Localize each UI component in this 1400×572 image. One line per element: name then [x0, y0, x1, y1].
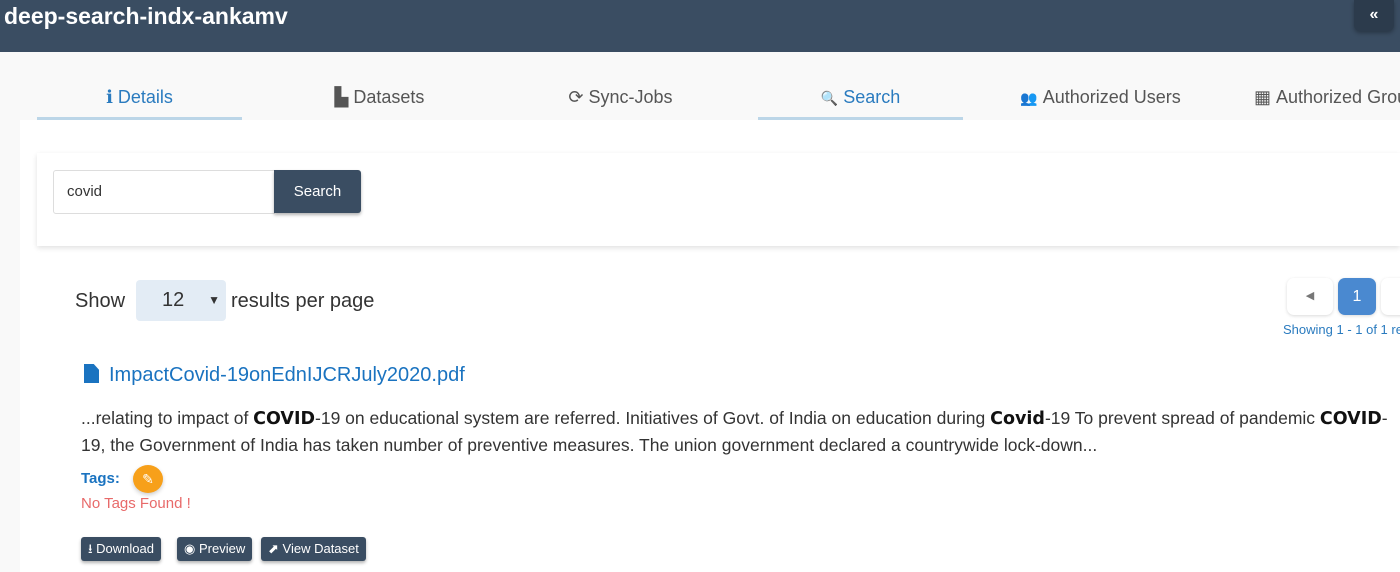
prev-page-button[interactable]: ◀ [1287, 278, 1333, 315]
download-icon: ⭳ [88, 541, 97, 556]
search-input[interactable]: covid [53, 170, 275, 214]
tab-label: Details [117, 87, 173, 107]
tab-label: Authorized Groups [1276, 87, 1400, 107]
search-button[interactable]: Search [274, 170, 361, 213]
button-label: Preview [198, 541, 246, 556]
highlighted-term: COVID [1319, 409, 1382, 429]
top-bar: deep-search-indx-ankamv « [0, 0, 1400, 52]
result-snippet: ...relating to impact of COVID-19 on edu… [81, 405, 1391, 458]
tab-bar: ℹ Details ▙ Datasets ⟳ Sync-Jobs 🔍 Search 👥 A… [0, 84, 1400, 120]
snippet-text: ...relating to impact of [81, 408, 254, 428]
tab-search[interactable]: 🔍 Search [758, 84, 963, 120]
pdf-file-icon [84, 364, 99, 383]
collapse-button[interactable]: « [1354, 0, 1394, 31]
tab-authorized-users[interactable]: 👥 Authorized Users [998, 84, 1203, 120]
view-dataset-button[interactable]: ⬈ View Dataset [261, 537, 366, 561]
highlighted-term: Covid [990, 409, 1045, 429]
double-chevron-left-icon: « [1369, 6, 1379, 23]
eye-icon: ◉ [184, 541, 199, 556]
pencil-icon: ✎ [142, 471, 154, 487]
show-label: Show [75, 290, 126, 312]
button-label: Download [96, 541, 154, 556]
results-summary: Showing 1 - 1 of 1 results [1283, 322, 1400, 337]
tab-sync-jobs[interactable]: ⟳ Sync-Jobs [518, 84, 723, 120]
users-icon: 👥 [1020, 90, 1038, 106]
result-file-link[interactable]: ImpactCovid-19onEdnIJCRJuly2020.pdf [84, 364, 465, 387]
info-circle-icon: ℹ [106, 87, 113, 107]
tab-label: Datasets [353, 87, 425, 107]
boxes-icon: ▙ [334, 87, 349, 107]
page-1-button[interactable]: 1 [1338, 278, 1376, 315]
highlighted-term: COVID [253, 409, 316, 429]
select-value: 12 [162, 289, 185, 311]
results-per-page-select[interactable]: 12 ▼ [136, 280, 226, 321]
preview-button[interactable]: ◉ Preview [177, 537, 253, 561]
download-button[interactable]: ⭳ Download [81, 537, 161, 561]
snippet-text: -19 on educational system are referred. … [315, 408, 991, 428]
button-label: View Dataset [282, 541, 359, 556]
search-file-icon: 🔍 [820, 90, 839, 106]
no-tags-message: No Tags Found ! [81, 495, 191, 512]
external-link-icon: ⬈ [268, 541, 283, 556]
edit-tags-button[interactable]: ✎ [133, 465, 163, 493]
tab-label: Search [843, 87, 901, 107]
page-title: deep-search-indx-ankamv [4, 3, 288, 29]
file-name: ImpactCovid-19onEdnIJCRJuly2020.pdf [109, 364, 465, 386]
tags-label: Tags: [81, 470, 120, 487]
tab-details[interactable]: ℹ Details [37, 84, 242, 120]
tab-label: Sync-Jobs [588, 87, 673, 107]
group-icon: ▦ [1254, 87, 1272, 107]
per-page-label: results per page [231, 290, 375, 312]
tab-label: Authorized Users [1042, 87, 1181, 107]
tab-datasets[interactable]: ▙ Datasets [277, 84, 482, 120]
sync-icon: ⟳ [568, 87, 584, 107]
snippet-text: -19 To prevent spread of pandemic [1044, 408, 1320, 428]
chevron-down-icon: ▼ [208, 293, 220, 307]
next-page-button[interactable] [1381, 278, 1400, 315]
tab-authorized-groups[interactable]: ▦Authorized Groups [1254, 84, 1400, 120]
